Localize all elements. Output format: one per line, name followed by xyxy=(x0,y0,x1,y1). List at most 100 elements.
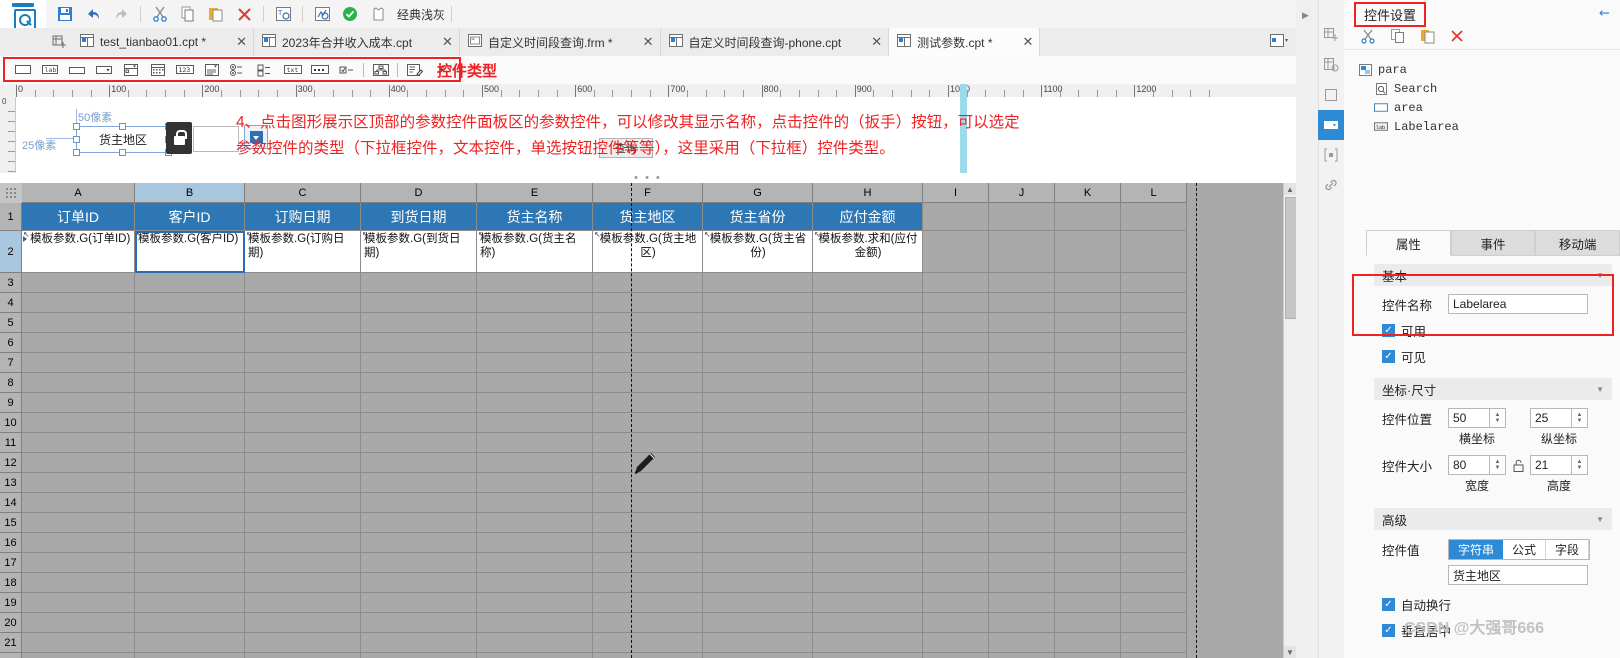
sheet-cell[interactable] xyxy=(361,493,477,513)
sheet-cell[interactable] xyxy=(1055,573,1121,593)
sheet-cell[interactable] xyxy=(1121,533,1187,553)
value-type-string-tab[interactable]: 字符串 xyxy=(1449,540,1504,559)
sheet-cell[interactable] xyxy=(1055,533,1121,553)
tab-list-icon[interactable] xyxy=(1270,33,1290,51)
sheet-cell[interactable] xyxy=(923,433,989,453)
sheet-cell[interactable] xyxy=(477,473,593,493)
sheet-cell[interactable] xyxy=(1121,613,1187,633)
delete-icon[interactable] xyxy=(231,2,257,26)
tree-icon[interactable] xyxy=(367,59,394,80)
sheet-cell[interactable] xyxy=(477,653,593,658)
close-icon[interactable]: ✕ xyxy=(643,34,654,50)
theme-icon[interactable] xyxy=(365,2,391,26)
float-element-icon[interactable] xyxy=(1318,80,1344,110)
visible-checkbox[interactable]: ✓ xyxy=(1382,350,1395,363)
sheet-cell[interactable] xyxy=(22,573,135,593)
sheet-cell[interactable] xyxy=(1055,493,1121,513)
cell-attr-icon[interactable]: T xyxy=(270,2,296,26)
sheet-cell[interactable] xyxy=(245,313,361,333)
sheet-cell[interactable] xyxy=(22,433,135,453)
select-all-corner[interactable] xyxy=(0,183,23,204)
section-coords[interactable]: 坐标·尺寸 ▼ xyxy=(1374,378,1612,400)
sheet-cell[interactable] xyxy=(1121,473,1187,493)
sheet-cell[interactable] xyxy=(989,653,1055,658)
widget-name-input[interactable]: Labelarea xyxy=(1448,294,1588,314)
sheet-cell[interactable] xyxy=(813,513,923,533)
checkbox-icon[interactable] xyxy=(333,59,360,80)
combobox-icon[interactable] xyxy=(90,59,117,80)
row-header[interactable]: 14 xyxy=(0,493,22,513)
sheet-cell[interactable] xyxy=(361,393,477,413)
section-advanced[interactable]: 高级 ▼ xyxy=(1374,508,1612,530)
sheet-formula-cell[interactable]: ↖ 模板参数.G(到货日期) xyxy=(361,231,477,273)
sheet-cell[interactable] xyxy=(361,353,477,373)
position-y-input[interactable]: 25 xyxy=(1530,408,1572,428)
sheet-cell[interactable] xyxy=(135,413,245,433)
sheet-cell[interactable] xyxy=(135,453,245,473)
check-icon[interactable] xyxy=(337,2,363,26)
sheet-cell[interactable] xyxy=(361,573,477,593)
text-field-icon[interactable] xyxy=(63,59,90,80)
sheet-cell[interactable] xyxy=(477,333,593,353)
sheet-cell[interactable] xyxy=(813,493,923,513)
sheet-cell[interactable] xyxy=(477,293,593,313)
sheet-cell[interactable] xyxy=(923,373,989,393)
date-picker-icon[interactable] xyxy=(144,59,171,80)
sheet-cell[interactable] xyxy=(703,453,813,473)
sheet-cell[interactable] xyxy=(1121,393,1187,413)
tab-properties[interactable]: 属性 xyxy=(1366,230,1451,256)
chevron-down-icon[interactable]: ▼ xyxy=(1596,271,1604,280)
sheet-cell[interactable] xyxy=(923,353,989,373)
sheet-cell[interactable] xyxy=(361,513,477,533)
sheet-cell[interactable] xyxy=(813,633,923,653)
sheet-cell[interactable] xyxy=(923,273,989,293)
close-icon[interactable]: ✕ xyxy=(236,34,247,50)
sheet-cell[interactable] xyxy=(1055,353,1121,373)
sheet-cell[interactable] xyxy=(813,453,923,473)
sheet-cell[interactable] xyxy=(703,333,813,353)
sheet-cell[interactable] xyxy=(245,453,361,473)
sheet-cell[interactable] xyxy=(135,473,245,493)
right-panel-collapse-strip[interactable]: ▶ xyxy=(1296,0,1319,658)
column-header[interactable]: B xyxy=(135,183,245,203)
resize-handle-n[interactable] xyxy=(119,123,126,130)
sheet-cell[interactable] xyxy=(1055,513,1121,533)
sheet-cell[interactable] xyxy=(1055,653,1121,658)
width-stepper[interactable]: ▲ ▼ xyxy=(1490,455,1506,475)
sheet-cell[interactable] xyxy=(22,313,135,333)
sheet-cell[interactable] xyxy=(1121,593,1187,613)
sheet-cell[interactable] xyxy=(703,613,813,633)
sheet-cell[interactable] xyxy=(361,413,477,433)
copy-icon[interactable] xyxy=(175,2,201,26)
collapse-arrow-icon[interactable]: ↙ xyxy=(1595,3,1614,22)
width-input[interactable]: 80 xyxy=(1448,455,1490,475)
sheet-cell[interactable] xyxy=(989,613,1055,633)
sheet-cell[interactable] xyxy=(245,273,361,293)
sheet-cell[interactable] xyxy=(593,613,703,633)
sheet-header-cell[interactable]: 货主地区 xyxy=(593,203,703,231)
sheet-cell[interactable] xyxy=(135,373,245,393)
sheet-cell[interactable] xyxy=(245,473,361,493)
sheet-cell[interactable] xyxy=(135,653,245,658)
sheet-cell[interactable] xyxy=(923,393,989,413)
sheet-cell[interactable] xyxy=(22,273,135,293)
column-header[interactable]: D xyxy=(361,183,477,203)
widget-tree[interactable]: para Search area lab Labelarea xyxy=(1344,54,1620,220)
chevron-right-icon[interactable]: ▶ xyxy=(1302,10,1309,21)
sheet-cell[interactable] xyxy=(593,493,703,513)
sheet-cell[interactable] xyxy=(245,633,361,653)
sheet-cell[interactable] xyxy=(361,273,477,293)
resize-handle-sw[interactable] xyxy=(73,149,80,156)
sheet-cell[interactable] xyxy=(245,533,361,553)
sheet-cell[interactable] xyxy=(703,653,813,658)
sheet-cell[interactable] xyxy=(1055,333,1121,353)
unlock-icon[interactable] xyxy=(1506,459,1530,472)
sheet-cell[interactable] xyxy=(1121,353,1187,373)
sheet-header-cell[interactable]: 订单ID xyxy=(22,203,135,231)
sheet-cell[interactable] xyxy=(703,413,813,433)
sheet-cell[interactable] xyxy=(593,353,703,373)
sheet-cell[interactable] xyxy=(989,513,1055,533)
sheet-cell[interactable] xyxy=(1121,653,1187,658)
column-header[interactable]: A xyxy=(22,183,135,203)
sheet-cell[interactable] xyxy=(135,593,245,613)
